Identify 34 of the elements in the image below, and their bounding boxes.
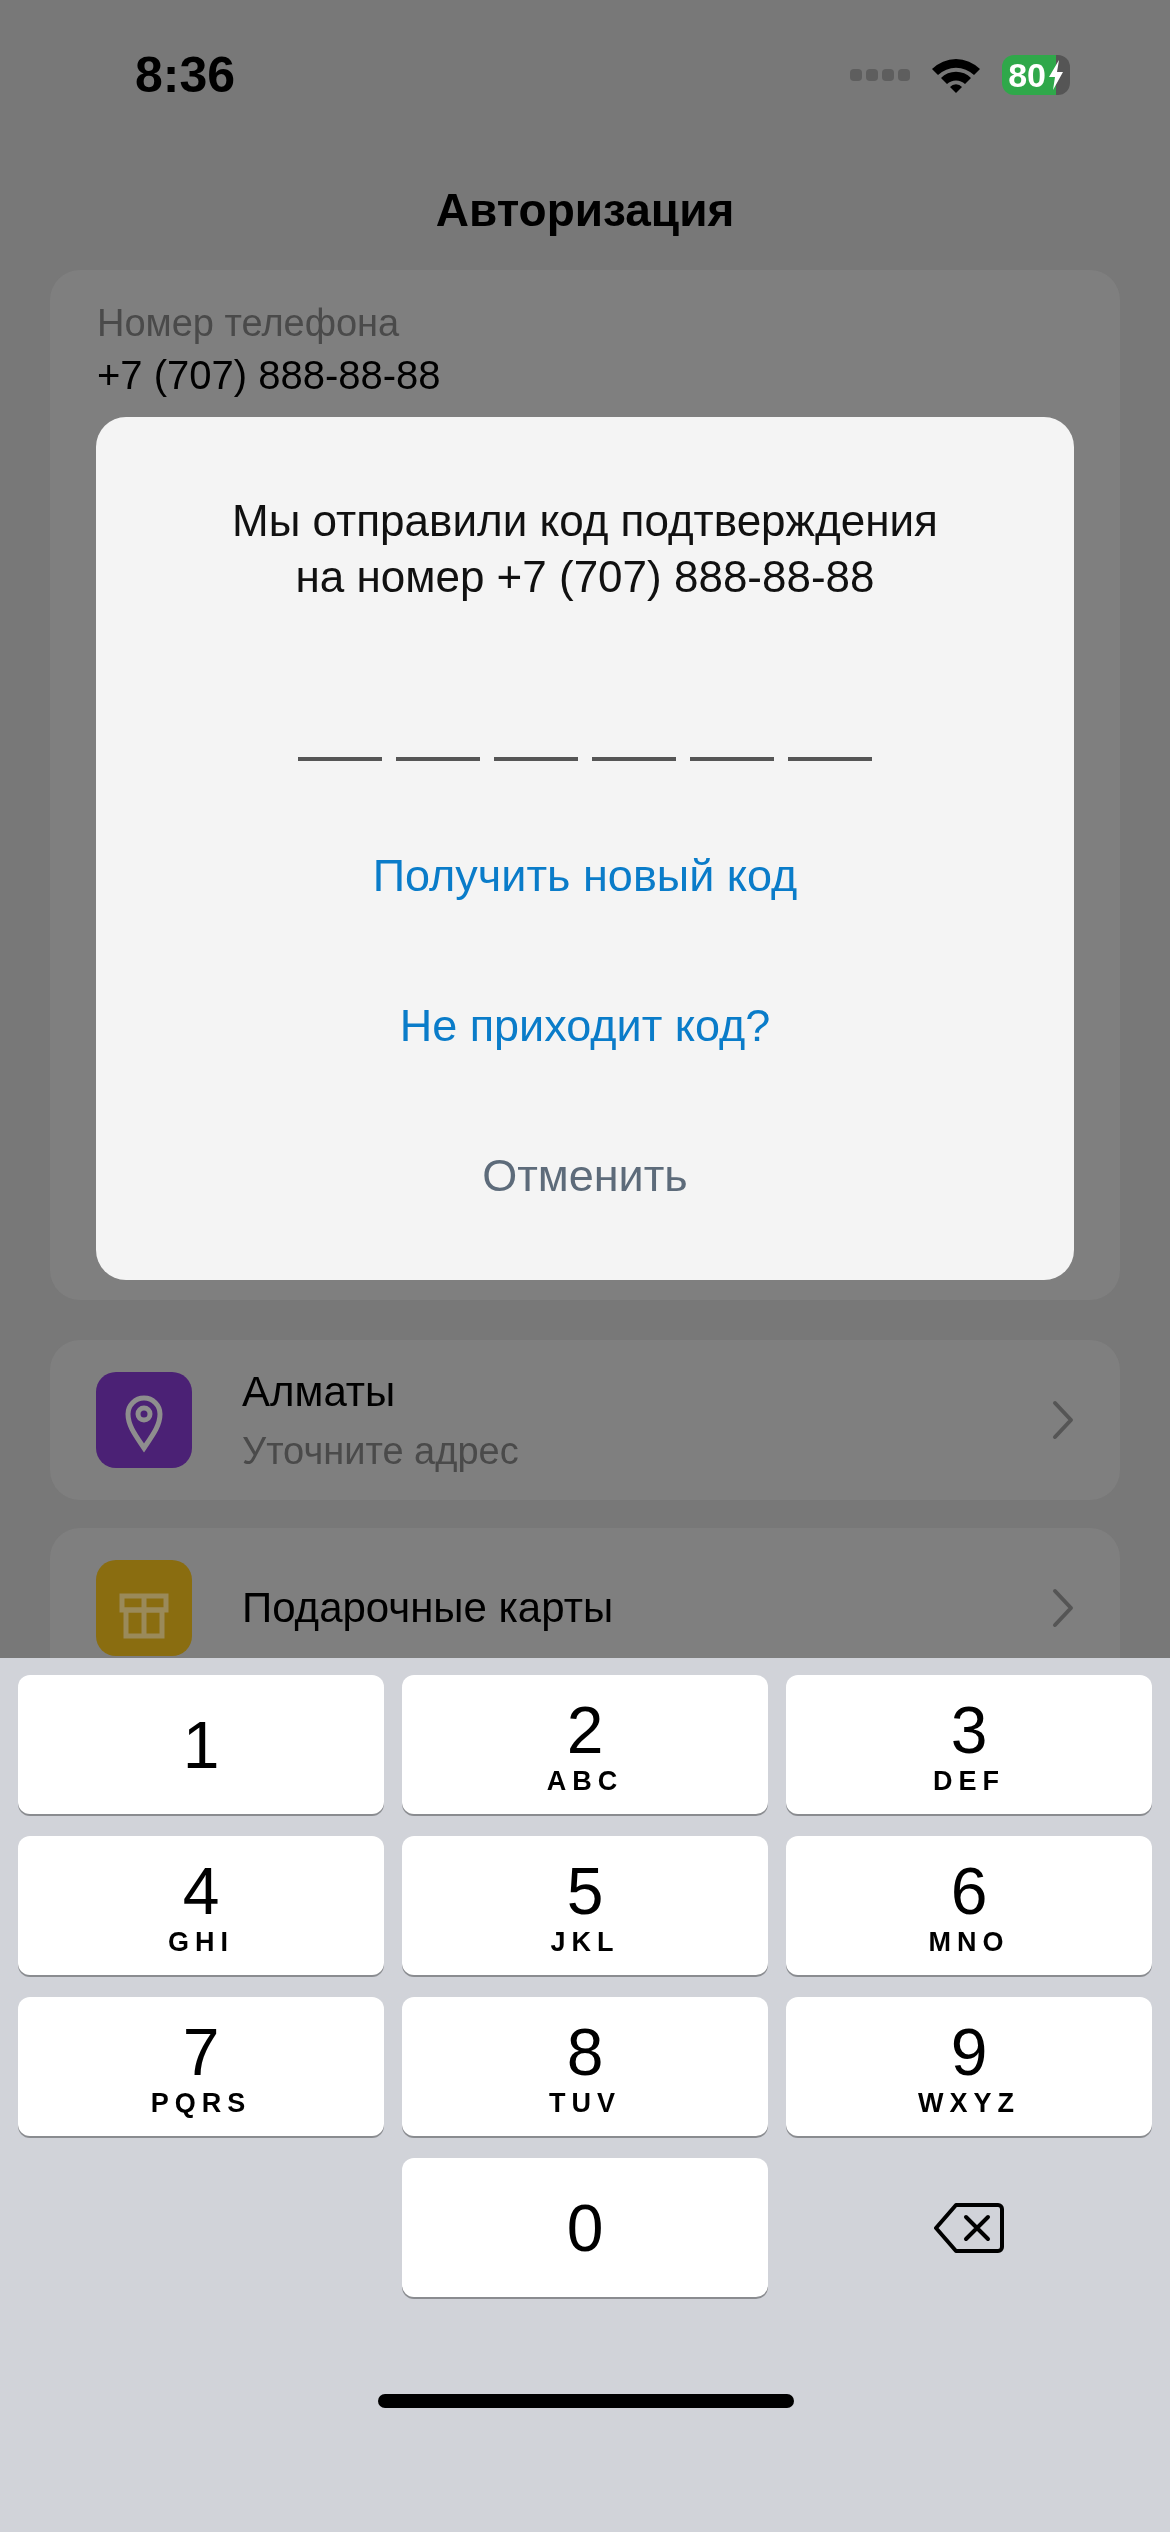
key[interactable]: 4 GHI [18,1836,384,1975]
key[interactable]: 9 WXYZ [786,1997,1152,2136]
key[interactable]: 1 [18,1675,384,1814]
code-slot[interactable] [298,757,382,761]
dialog-message: Мы отправили код подтверждения на номер +7 (707) 888-88-88 [232,495,938,603]
key[interactable]: 8 TUV [402,1997,768,2136]
link[interactable]: Получить новый код [352,801,818,951]
battery-percent: 80 [1008,55,1046,95]
code-slot[interactable] [592,757,676,761]
status-time: 8:36 [135,46,236,104]
gift-icon [96,1560,192,1656]
menu-title: Подарочные карты [242,1584,615,1632]
link[interactable]: Не приходит код? [379,951,791,1101]
chevron-icon [1052,1400,1074,1440]
key[interactable]: 2 ABC [402,1675,768,1814]
code-slot[interactable] [690,757,774,761]
screen-title: Авторизация [434,183,736,238]
key[interactable]: 3 DEF [786,1675,1152,1814]
cancel-button[interactable]: Отменить [462,1101,708,1251]
code-slot[interactable] [494,757,578,761]
chevron-icon [1052,1588,1074,1628]
charging-bolt-icon [1048,60,1064,90]
cellular-signal-icon [850,67,911,83]
phone-field[interactable]: +7 (707) 888-88-88 [97,353,1073,398]
location-pin-icon [96,1372,192,1468]
key[interactable]: 7 PQRS [18,1997,384,2136]
code-slot[interactable] [396,757,480,761]
menu-title: Алматы [242,1367,397,1416]
wifi-icon [930,56,983,94]
backspace-icon[interactable] [934,2201,1004,2254]
key[interactable]: 0 [402,2158,768,2297]
code-slot[interactable] [788,757,872,761]
key[interactable]: 5 JKL [402,1836,768,1975]
key[interactable]: 6 MNO [786,1836,1152,1975]
